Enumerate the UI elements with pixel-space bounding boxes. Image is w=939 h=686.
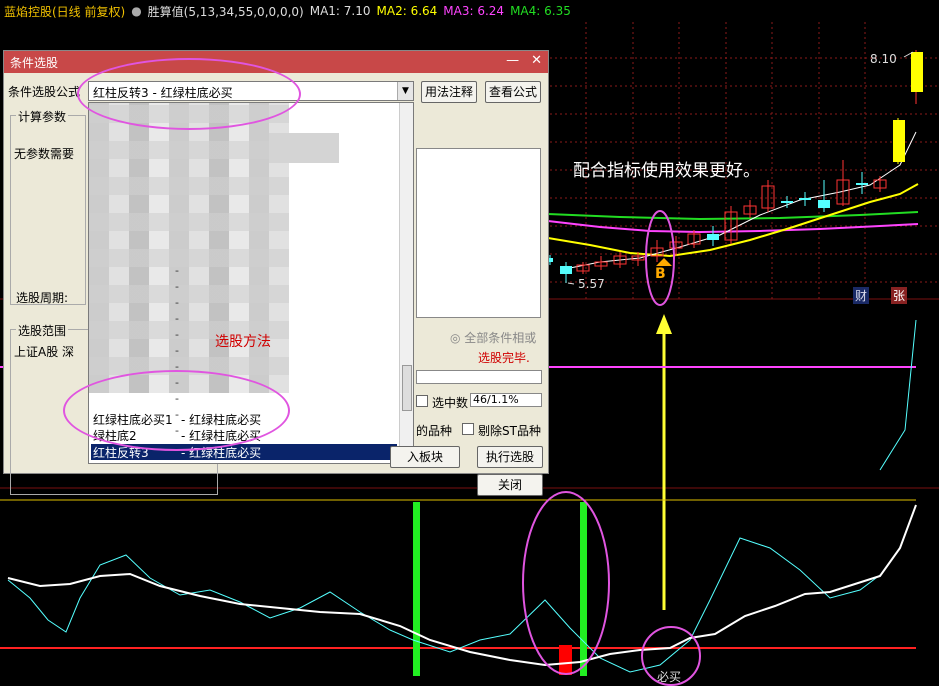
list-scrollbar[interactable]: [399, 103, 413, 463]
obscured-list-area-2: [269, 133, 339, 163]
progress-bar: [416, 370, 542, 384]
ma2-value: MA2: 6.64: [376, 4, 438, 18]
indicator-params: 胜算值(5,13,34,55,0,0,0,0): [147, 4, 304, 19]
all-conditions-or[interactable]: ◎ 全部条件相或: [450, 329, 536, 346]
close-icon[interactable]: ✕: [531, 53, 542, 68]
ma1-value: MA1: 7.10: [309, 4, 371, 18]
ma-yellow-line: [547, 183, 919, 258]
formula-annotation-ellipse: [77, 58, 301, 130]
list-annotation-ellipse: [63, 370, 290, 451]
promo-text: 配合指标使用效果更好。: [573, 161, 760, 181]
ma3-value: MA3: 6.24: [443, 4, 505, 18]
indicator-white-line: [7, 504, 917, 667]
b-signal-ellipse: [645, 210, 675, 306]
dialog-title: 条件选股: [10, 56, 59, 70]
params-group-title: 计算参数: [16, 108, 69, 125]
usage-notes-button[interactable]: 用法注释: [421, 81, 477, 103]
buy-signal-b: B: [655, 266, 666, 282]
range-group-title: 选股范围: [16, 322, 69, 339]
ma4-value: MA4: 6.35: [510, 4, 571, 18]
formula-label: 条件选股公式: [8, 85, 81, 99]
add-to-block-button[interactable]: 入板块: [390, 446, 460, 468]
selected-count-checkbox[interactable]: [416, 395, 428, 407]
dialog-titlebar[interactable]: 条件选股 — ✕: [4, 51, 548, 73]
params-groupbox: [10, 115, 86, 305]
limit-up-tag[interactable]: 张: [891, 287, 908, 304]
settings-circle-icon[interactable]: ●: [131, 4, 141, 18]
exclude-st-label: 剔除ST品种: [478, 424, 541, 438]
formula-description-pane: [416, 148, 541, 318]
selected-count-label: 选中数: [432, 396, 469, 410]
green-bar-right: [580, 502, 587, 676]
execute-selection-button[interactable]: 执行选股: [477, 446, 543, 468]
yellow-arrow: [656, 258, 672, 610]
status-text: 选股完毕.: [478, 351, 530, 365]
all-conditions-label: 全部条件相或: [464, 331, 537, 345]
chevron-down-icon[interactable]: ▼: [397, 82, 413, 100]
mid-cyan-line: [879, 319, 917, 471]
ma-green-line: [547, 211, 919, 221]
price-low-label: 5.57: [578, 277, 605, 291]
green-bar-left: [413, 502, 420, 676]
range-value: 上证A股 深: [14, 345, 75, 359]
selected-count-field: 46/1.1%: [470, 393, 542, 407]
stock-title[interactable]: 蓝焰控股(日线 前复权): [4, 3, 125, 20]
chart-header: 蓝焰控股(日线 前复权) ● 胜算值(5,13,34,55,0,0,0,0) M…: [0, 0, 939, 22]
exclude-st-checkbox[interactable]: [462, 423, 474, 435]
scrollbar-thumb[interactable]: [402, 365, 412, 411]
include-label: 的品种: [416, 424, 453, 438]
selection-method-label: 选股方法: [215, 334, 271, 350]
indicator-cyan-line: [7, 537, 881, 673]
finance-tag[interactable]: 财: [853, 287, 870, 304]
view-formula-button[interactable]: 查看公式: [485, 81, 541, 103]
must-buy-label: 必买: [657, 670, 682, 684]
red-bar: [559, 645, 572, 675]
price-high-label: 8.10: [870, 52, 897, 66]
low-price-pointer: [567, 282, 575, 285]
close-button[interactable]: 关闭: [477, 474, 543, 496]
minimize-icon[interactable]: —: [506, 53, 519, 68]
ma-magenta-line: [547, 220, 919, 234]
no-params-text: 无参数需要: [14, 147, 75, 161]
period-label: 选股周期:: [16, 291, 69, 305]
